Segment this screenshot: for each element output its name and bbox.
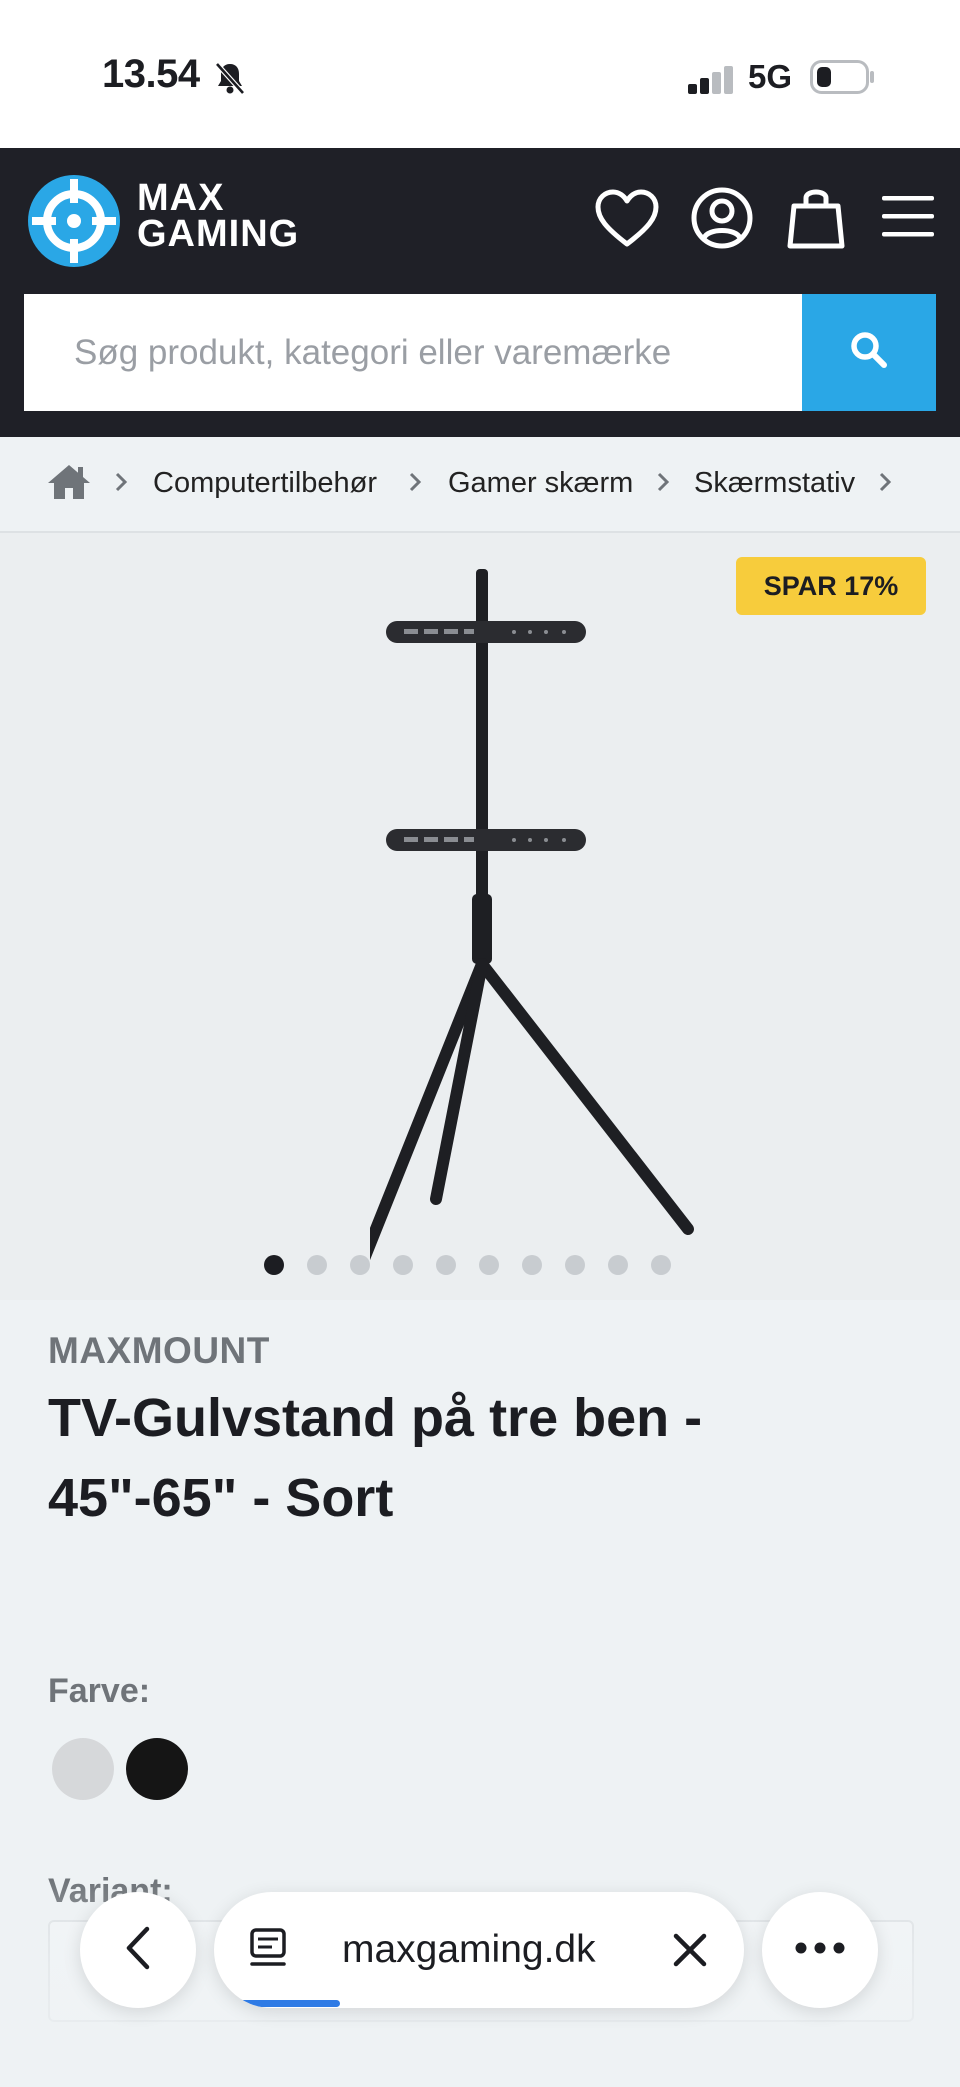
- product-image[interactable]: [346, 569, 720, 1295]
- more-button[interactable]: [762, 1892, 878, 2008]
- product-brand[interactable]: MAXMOUNT: [48, 1330, 270, 1372]
- logo[interactable]: MAX GAMING: [137, 177, 300, 255]
- gallery-dot[interactable]: [350, 1255, 370, 1275]
- gallery-dot[interactable]: [565, 1255, 585, 1275]
- more-icon: [794, 1941, 846, 1960]
- gallery-dot[interactable]: [651, 1255, 671, 1275]
- breadcrumb: Computertilbehør Gamer skærm Skærmstativ: [0, 437, 960, 533]
- product-title: TV-Gulvstand på tre ben - 45"-65" - Sort: [48, 1388, 703, 1528]
- network-type: 5G: [748, 58, 793, 95]
- bell-muted-icon: [212, 60, 248, 101]
- color-label: Farve:: [48, 1672, 151, 1710]
- product-gallery[interactable]: SPAR 17%: [0, 533, 960, 1300]
- back-button[interactable]: [80, 1892, 196, 2008]
- gallery-dot[interactable]: [393, 1255, 413, 1275]
- chevron-right-icon: [656, 471, 670, 498]
- gallery-dot[interactable]: [522, 1255, 542, 1275]
- gallery-dot[interactable]: [436, 1255, 456, 1275]
- bag-icon[interactable]: [786, 184, 846, 255]
- breadcrumb-item-skaermstativ[interactable]: Skærmstativ: [694, 467, 855, 500]
- logo-line-2: GAMING: [137, 213, 300, 255]
- gallery-dot[interactable]: [479, 1255, 499, 1275]
- heart-icon[interactable]: [594, 188, 660, 255]
- battery-icon: [810, 60, 876, 99]
- search-button[interactable]: [802, 294, 936, 411]
- user-icon[interactable]: [690, 186, 754, 255]
- menu-icon[interactable]: [880, 194, 936, 245]
- gallery-dot[interactable]: [307, 1255, 327, 1275]
- chevron-right-icon: [408, 471, 422, 498]
- chevron-right-icon: [114, 471, 128, 498]
- status-bar: 13.54 5G: [0, 0, 960, 148]
- close-icon[interactable]: [670, 1930, 710, 1975]
- site-header: MAX GAMING: [0, 148, 960, 437]
- page-icon[interactable]: [248, 1926, 288, 1977]
- search-icon: [849, 330, 889, 375]
- color-swatch-black[interactable]: [126, 1738, 188, 1800]
- home-icon[interactable]: [46, 463, 92, 506]
- search-bar: [24, 294, 936, 411]
- gallery-dot[interactable]: [608, 1255, 628, 1275]
- logo-icon[interactable]: [26, 173, 122, 274]
- back-icon: [123, 1925, 153, 1976]
- logo-line-1: MAX: [137, 177, 225, 219]
- search-input[interactable]: [24, 294, 802, 411]
- color-swatch-grey[interactable]: [52, 1738, 114, 1800]
- gallery-dot[interactable]: [264, 1255, 284, 1275]
- page-load-progress: [238, 2000, 340, 2007]
- chevron-right-icon: [878, 471, 892, 498]
- signal-icon: [688, 66, 736, 99]
- address-bar[interactable]: maxgaming.dk: [214, 1892, 744, 2008]
- discount-badge: SPAR 17%: [736, 557, 926, 615]
- status-time: 13.54: [102, 52, 200, 96]
- breadcrumb-item-computertilbehor[interactable]: Computertilbehør: [153, 467, 377, 500]
- url-text[interactable]: maxgaming.dk: [342, 1928, 596, 1972]
- breadcrumb-item-gamer-skaerm[interactable]: Gamer skærm: [448, 467, 633, 500]
